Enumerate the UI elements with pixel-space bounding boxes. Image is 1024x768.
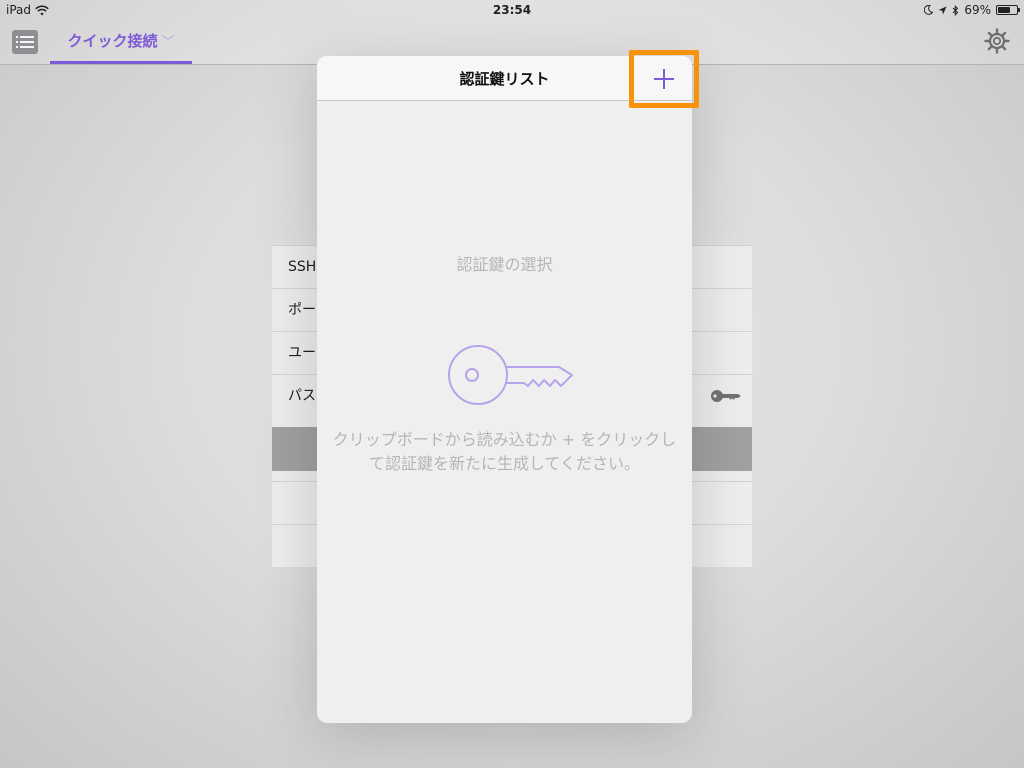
list-icon[interactable] bbox=[12, 30, 38, 54]
key-icon bbox=[448, 345, 573, 405]
bluetooth-icon bbox=[952, 4, 959, 16]
status-time: 23:54 bbox=[492, 3, 532, 17]
chevron-down-icon: ﹀ bbox=[161, 35, 175, 50]
add-key-button[interactable] bbox=[629, 50, 699, 108]
status-right: 69% bbox=[924, 3, 1020, 17]
battery-fill bbox=[998, 7, 1010, 13]
status-bar: iPad 23:54 69% bbox=[0, 0, 1024, 20]
popover-arrow bbox=[690, 378, 704, 402]
location-arrow-icon bbox=[938, 6, 947, 14]
tab-quick-connect[interactable]: クイック接続 ﹀ bbox=[50, 20, 192, 64]
battery-icon bbox=[996, 5, 1020, 15]
empty-state-message: クリップボードから読み込むか + をクリックして認証鍵を新たに生成してください。 bbox=[332, 430, 677, 473]
moon-icon bbox=[924, 5, 934, 15]
tab-quick-connect-label: クイック接続 bbox=[67, 32, 158, 50]
empty-state-heading: 認証鍵の選択 bbox=[456, 255, 553, 274]
plus-icon bbox=[654, 69, 674, 89]
gear-icon[interactable] bbox=[984, 28, 1010, 54]
battery-percent: 69% bbox=[964, 3, 991, 17]
key-list-popover: 認証鍵リスト 認証鍵の選択 クリップボードから読み込むか + をクリックして認証… bbox=[317, 56, 692, 723]
